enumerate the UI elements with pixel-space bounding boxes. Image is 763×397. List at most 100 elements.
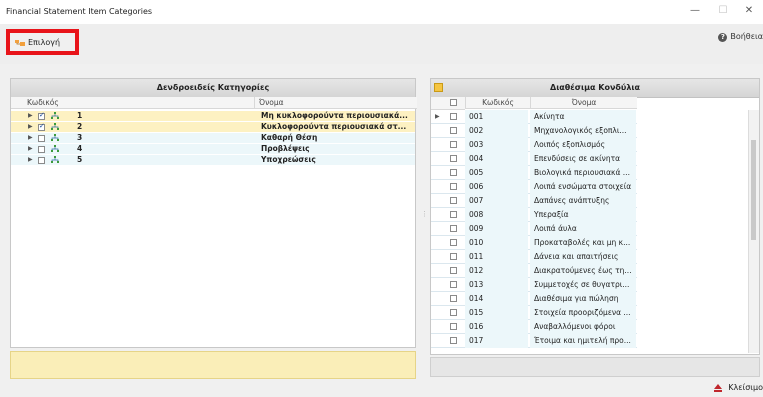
item-name: Επενδύσεις σε ακίνητα bbox=[530, 152, 636, 166]
available-items-header: Διαθέσιμα Κονδύλια bbox=[431, 79, 759, 98]
item-code: 002 bbox=[465, 124, 528, 138]
help-label: Βοήθεια bbox=[730, 32, 763, 41]
list-item[interactable]: 007 Δαπάνες ανάπτυξης bbox=[431, 194, 637, 208]
row-checkbox[interactable] bbox=[38, 157, 45, 164]
tree-row[interactable]: ▶ 2 Κυκλοφορούντα περιουσιακά στ... bbox=[11, 121, 415, 132]
row-code: 4 bbox=[77, 144, 83, 153]
close-window-button[interactable]: ✕ bbox=[742, 5, 756, 16]
vertical-scrollbar[interactable] bbox=[748, 110, 759, 353]
help-icon: ? bbox=[718, 33, 728, 42]
item-name: Συμμετοχές σε θυγατρι... bbox=[530, 278, 636, 292]
row-checkbox[interactable] bbox=[450, 267, 457, 274]
hierarchy-icon bbox=[51, 112, 59, 119]
title-bar: Financial Statement Item Categories — ☐ … bbox=[0, 0, 763, 24]
expand-icon[interactable]: ▶ bbox=[28, 122, 33, 132]
list-item[interactable]: 015 Στοιχεία προοριζόμενα ... bbox=[431, 306, 637, 320]
item-name: Ακίνητα bbox=[530, 110, 636, 124]
row-name: Προβλέψεις bbox=[261, 144, 310, 153]
item-code: 007 bbox=[465, 194, 528, 208]
item-name: Μηχανολογικός εξοπλι... bbox=[530, 124, 636, 138]
item-code: 017 bbox=[465, 334, 528, 348]
splitter-handle[interactable]: ⋮ bbox=[421, 210, 428, 218]
row-name: Υποχρεώσεις bbox=[261, 155, 316, 164]
select-all-checkbox[interactable] bbox=[450, 99, 457, 106]
list-item[interactable]: 009 Λοιπά άυλα bbox=[431, 222, 637, 236]
row-checkbox[interactable] bbox=[450, 323, 457, 330]
row-checkbox[interactable] bbox=[38, 110, 45, 120]
row-checkbox[interactable] bbox=[38, 135, 45, 142]
row-code: 1 bbox=[77, 111, 83, 120]
row-checkbox[interactable] bbox=[450, 127, 457, 134]
close-button[interactable]: Κλείσιμο bbox=[714, 383, 763, 392]
right-status-bar bbox=[430, 357, 760, 377]
column-header-name[interactable]: Όνομα bbox=[255, 97, 417, 109]
list-item[interactable]: 002 Μηχανολογικός εξοπλι... bbox=[431, 124, 637, 138]
maximize-button[interactable]: ☐ bbox=[716, 5, 730, 16]
row-name: Κυκλοφορούντα περιουσιακά στ... bbox=[261, 122, 407, 131]
row-checkbox[interactable] bbox=[450, 253, 457, 260]
item-code: 006 bbox=[465, 180, 528, 194]
expand-icon[interactable]: ▶ bbox=[28, 133, 33, 143]
row-checkbox[interactable] bbox=[450, 211, 457, 218]
row-checkbox[interactable] bbox=[450, 197, 457, 204]
item-code: 012 bbox=[465, 264, 528, 278]
list-item[interactable]: 016 Αναβαλλόμενοι φόροι bbox=[431, 320, 637, 334]
list-item[interactable]: 011 Δάνεια και απαιτήσεις bbox=[431, 250, 637, 264]
expand-icon[interactable]: ▶ bbox=[28, 144, 33, 154]
list-item[interactable]: 005 Βιολογικά περιουσιακά ... bbox=[431, 166, 637, 180]
row-checkbox[interactable] bbox=[450, 281, 457, 288]
current-row-indicator-icon: ▶ bbox=[435, 113, 440, 120]
row-code: 2 bbox=[77, 122, 83, 131]
select-all-header[interactable] bbox=[431, 97, 465, 110]
tree-row[interactable]: ▶ 1 Μη κυκλοφορούντα περιουσιακά... bbox=[11, 110, 415, 121]
scrollbar-thumb[interactable] bbox=[751, 140, 756, 240]
close-button-label: Κλείσιμο bbox=[728, 383, 763, 392]
tree-row[interactable]: ▶ 4 Προβλέψεις bbox=[11, 144, 415, 154]
row-checkbox[interactable] bbox=[450, 239, 457, 246]
item-name: Έτοιμα και ημιτελή προ... bbox=[530, 334, 636, 348]
column-header-code[interactable]: Κωδικός bbox=[11, 97, 255, 109]
row-checkbox[interactable] bbox=[450, 183, 457, 190]
item-name: Λοιπός εξοπλισμός bbox=[530, 138, 636, 152]
item-name: Δάνεια και απαιτήσεις bbox=[530, 250, 636, 264]
minimize-button[interactable]: — bbox=[688, 5, 702, 16]
select-button[interactable]: Επιλογή bbox=[6, 29, 79, 55]
toolbar: Επιλογή ? Βοήθεια bbox=[0, 24, 763, 64]
row-checkbox[interactable] bbox=[450, 337, 457, 344]
item-code: 004 bbox=[465, 152, 528, 166]
tree-row[interactable]: ▶ 5 Υποχρεώσεις bbox=[11, 155, 415, 165]
row-checkbox[interactable] bbox=[450, 141, 457, 148]
expand-icon[interactable]: ▶ bbox=[28, 155, 33, 165]
item-code: 003 bbox=[465, 138, 528, 152]
list-item[interactable]: 006 Λοιπά ενσώματα στοιχεία bbox=[431, 180, 637, 194]
eject-icon bbox=[714, 383, 723, 392]
list-item[interactable]: ▶ 001 Ακίνητα bbox=[431, 110, 637, 124]
column-header-name[interactable]: Όνομα bbox=[530, 97, 637, 109]
expand-icon[interactable]: ▶ bbox=[28, 111, 33, 121]
row-checkbox[interactable] bbox=[450, 155, 457, 162]
item-code: 014 bbox=[465, 292, 528, 306]
row-checkbox[interactable] bbox=[450, 113, 457, 120]
list-item[interactable]: 004 Επενδύσεις σε ακίνητα bbox=[431, 152, 637, 166]
list-item[interactable]: 014 Διαθέσιμα για πώληση bbox=[431, 292, 637, 306]
list-item[interactable]: 017 Έτοιμα και ημιτελή προ... bbox=[431, 334, 637, 348]
list-item[interactable]: 010 Προκαταβολές και μη κ... bbox=[431, 236, 637, 250]
row-checkbox[interactable] bbox=[38, 121, 45, 131]
list-item[interactable]: 012 Διακρατούμενες έως τη... bbox=[431, 264, 637, 278]
item-code: 015 bbox=[465, 306, 528, 320]
item-name: Αναβαλλόμενοι φόροι bbox=[530, 320, 636, 334]
row-checkbox[interactable] bbox=[450, 309, 457, 316]
row-name: Καθαρή Θέση bbox=[261, 133, 318, 142]
row-checkbox[interactable] bbox=[450, 169, 457, 176]
row-checkbox[interactable] bbox=[450, 295, 457, 302]
list-item[interactable]: 003 Λοιπός εξοπλισμός bbox=[431, 138, 637, 152]
row-checkbox[interactable] bbox=[450, 225, 457, 232]
item-name: Βιολογικά περιουσιακά ... bbox=[530, 166, 636, 180]
list-item[interactable]: 008 Υπεραξία bbox=[431, 208, 637, 222]
column-header-code[interactable]: Κωδικός bbox=[465, 97, 530, 109]
help-button[interactable]: ? Βοήθεια bbox=[718, 32, 763, 42]
item-code: 016 bbox=[465, 320, 528, 334]
tree-row[interactable]: ▶ 3 Καθαρή Θέση bbox=[11, 133, 415, 143]
row-checkbox[interactable] bbox=[38, 146, 45, 153]
list-item[interactable]: 013 Συμμετοχές σε θυγατρι... bbox=[431, 278, 637, 292]
